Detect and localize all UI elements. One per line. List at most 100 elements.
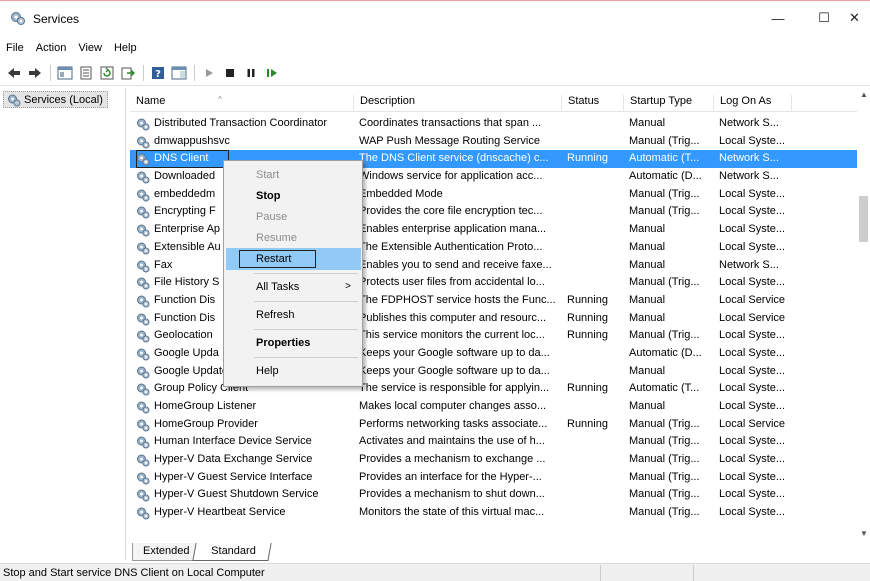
service-name-text: Enterprise Ap bbox=[154, 223, 221, 236]
column-header-name[interactable]: Name ^ bbox=[130, 95, 354, 111]
service-name-cell: HomeGroup Provider bbox=[136, 416, 354, 434]
service-name-text: dmwappushsvc bbox=[154, 134, 230, 147]
description-cell: Makes local computer changes asso... bbox=[359, 400, 547, 412]
description-cell: Coordinates transactions that span ... bbox=[359, 117, 542, 129]
column-header-status[interactable]: Status bbox=[562, 95, 624, 111]
menu-bar: File Action View Help bbox=[0, 40, 143, 58]
menu-file[interactable]: File bbox=[0, 40, 30, 58]
restart-service-icon[interactable] bbox=[262, 63, 282, 83]
tree-item-label: Services (Local) bbox=[24, 94, 103, 106]
description-cell: Enables you to send and receive faxe... bbox=[359, 258, 552, 271]
service-gear-icon bbox=[136, 329, 150, 343]
table-row[interactable]: HomeGroup Provider Performs networking ta… bbox=[130, 416, 866, 434]
forward-icon[interactable] bbox=[25, 63, 45, 83]
service-name-text: HomeGroup Provider bbox=[154, 417, 258, 430]
column-header-description[interactable]: Description bbox=[354, 95, 562, 111]
service-name-text: Function Dis bbox=[154, 293, 216, 306]
back-icon[interactable] bbox=[4, 63, 24, 83]
description-cell: The Extensible Authentication Proto... bbox=[359, 240, 543, 253]
service-gear-icon bbox=[136, 453, 150, 467]
log-on-as-cell: Local Syste... bbox=[719, 240, 786, 253]
menu-separator bbox=[254, 273, 358, 274]
menu-item-pause[interactable]: Pause bbox=[226, 206, 361, 228]
startup-type-cell: Manual (Trig... bbox=[629, 276, 700, 289]
service-gear-icon bbox=[136, 382, 150, 396]
table-row[interactable]: HomeGroup Listener Makes local computer c… bbox=[130, 398, 866, 416]
window-title: Services bbox=[33, 12, 80, 26]
console-tree-icon[interactable] bbox=[55, 63, 75, 83]
table-row[interactable]: Distributed Transaction Coordinator Coord… bbox=[130, 115, 866, 133]
export-list-icon[interactable] bbox=[118, 63, 138, 83]
list-header: Name ^ Description Status Startup Type L… bbox=[130, 88, 866, 112]
sort-ascending-icon: ^ bbox=[218, 95, 222, 104]
log-on-as-cell: Local Syste... bbox=[719, 187, 786, 200]
menu-item-start[interactable]: Start bbox=[226, 164, 361, 186]
service-name-text: Hyper-V Heartbeat Service bbox=[154, 506, 286, 519]
status-cell: Running bbox=[567, 329, 608, 342]
service-name-text: Hyper-V Data Exchange Service bbox=[154, 453, 313, 466]
scroll-up-icon[interactable]: ▲ bbox=[860, 90, 868, 99]
menu-item-properties[interactable]: Properties bbox=[226, 332, 361, 354]
table-row[interactable]: Hyper-V Guest Shutdown Service Provides a… bbox=[130, 486, 866, 504]
service-gear-icon bbox=[136, 117, 150, 131]
show-hide-action-pane-icon[interactable] bbox=[169, 63, 189, 83]
refresh-icon[interactable] bbox=[97, 63, 117, 83]
status-cell: Running bbox=[567, 417, 608, 430]
service-name-text: Human Interface Device Service bbox=[154, 435, 312, 448]
menu-separator bbox=[254, 301, 358, 302]
log-on-as-cell: Network S... bbox=[719, 117, 779, 129]
toolbar-separator bbox=[50, 65, 51, 81]
column-header-log-on-as[interactable]: Log On As bbox=[714, 95, 792, 111]
menu-separator bbox=[254, 357, 358, 358]
vertical-scrollbar[interactable]: ▲ ▼ bbox=[857, 88, 870, 540]
log-on-as-cell: Network S... bbox=[719, 170, 779, 183]
service-name-cell: dmwappushsvc bbox=[136, 133, 354, 151]
service-name-text: Downloaded bbox=[154, 170, 216, 183]
startup-type-cell: Manual bbox=[629, 258, 666, 271]
start-service-icon[interactable] bbox=[199, 63, 219, 83]
table-row[interactable]: dmwappushsvc WAP Push Message Routing Ser… bbox=[130, 133, 866, 151]
table-row[interactable]: Human Interface Device Service Activates … bbox=[130, 433, 866, 451]
menu-item-resume[interactable]: Resume bbox=[226, 227, 361, 249]
table-row[interactable]: Hyper-V Guest Service Interface Provides … bbox=[130, 469, 866, 487]
table-row[interactable]: Hyper-V Data Exchange Service Provides a … bbox=[130, 451, 866, 469]
toolbar: ? bbox=[0, 61, 870, 86]
service-gear-icon bbox=[136, 365, 150, 379]
service-name-cell: Distributed Transaction Coordinator bbox=[136, 115, 354, 133]
menu-view[interactable]: View bbox=[72, 40, 108, 58]
description-cell: Performs networking tasks associate... bbox=[359, 417, 548, 430]
log-on-as-cell: Local Syste... bbox=[719, 470, 786, 483]
table-row[interactable]: Hyper-V Heartbeat Service Monitors the st… bbox=[130, 504, 866, 522]
tab-label: Extended bbox=[143, 545, 190, 557]
close-button[interactable]: ✕ bbox=[839, 1, 870, 35]
status-bar: Stop and Start service DNS Client on Loc… bbox=[0, 563, 870, 581]
minimize-button[interactable]: — bbox=[755, 1, 801, 35]
tab-standard[interactable]: Standard bbox=[192, 543, 272, 561]
toolbar-separator bbox=[143, 65, 144, 81]
column-header-startup-type[interactable]: Startup Type bbox=[624, 95, 714, 111]
menu-item-help[interactable]: Help bbox=[226, 360, 361, 382]
stop-service-icon[interactable] bbox=[220, 63, 240, 83]
service-name-cell: Hyper-V Guest Service Interface bbox=[136, 469, 354, 487]
service-gear-icon bbox=[136, 435, 150, 449]
service-name-text: Extensible Au bbox=[154, 240, 221, 253]
menu-help[interactable]: Help bbox=[108, 40, 143, 58]
help-icon[interactable]: ? bbox=[148, 63, 168, 83]
pause-service-icon[interactable] bbox=[241, 63, 261, 83]
description-cell: The service is responsible for applyin..… bbox=[359, 382, 550, 395]
tree-item-services-local[interactable]: Services (Local) bbox=[3, 91, 108, 108]
menu-item-refresh[interactable]: Refresh bbox=[226, 304, 361, 326]
service-gear-icon bbox=[136, 170, 150, 184]
scrollbar-thumb[interactable] bbox=[859, 196, 868, 242]
menu-item-restart[interactable]: Restart bbox=[226, 248, 361, 270]
context-menu: Start Stop Pause Resume Restart All Task… bbox=[223, 160, 363, 387]
menu-action[interactable]: Action bbox=[30, 40, 73, 58]
properties-sheet-icon[interactable] bbox=[76, 63, 96, 83]
menu-item-all-tasks[interactable]: All Tasks > bbox=[226, 276, 361, 298]
menu-item-stop[interactable]: Stop bbox=[226, 185, 361, 207]
focus-rectangle bbox=[239, 250, 316, 268]
scroll-down-icon[interactable]: ▼ bbox=[860, 529, 868, 538]
status-cell: Running bbox=[567, 152, 608, 165]
description-cell: Provides an interface for the Hyper-... bbox=[359, 470, 542, 483]
description-cell: Protects user files from accidental lo..… bbox=[359, 276, 545, 289]
